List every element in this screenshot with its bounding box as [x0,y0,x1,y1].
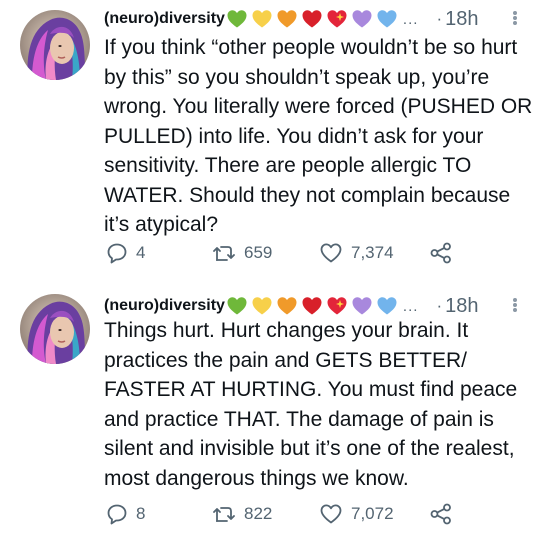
tweet[interactable]: (neuro)diversity ... · 18h Things hurt. … [0,282,540,533]
tweet-text: Things hurt. Hurt changes your brain. It… [104,319,518,490]
tweet[interactable]: (neuro)diversity ... · 18h If you think … [0,0,540,282]
name-emojis [226,8,401,30]
timestamp[interactable]: 18h [445,295,478,318]
blue-heart-icon [377,10,397,28]
sparkling-heart-icon [327,10,347,28]
separator-dot: · [436,9,443,28]
sparkling-heart-icon [327,297,347,315]
like-button[interactable]: 7,072 [319,500,394,528]
retweet-icon [212,503,235,525]
retweet-icon [212,242,235,264]
more-options-icon[interactable] [512,295,518,315]
reply-button[interactable]: 8 [106,500,145,528]
retweet-count: 822 [244,504,273,523]
name-emojis [226,295,401,317]
like-count: 7,374 [351,243,394,262]
retweet-count: 659 [244,243,273,262]
timestamp[interactable]: 18h [445,8,478,31]
blue-heart-icon [377,297,397,315]
tweet-actions: 4 659 7,374 [106,239,466,267]
tweet-actions: 8 822 7,072 [106,500,466,528]
like-count: 7,072 [351,504,394,523]
red-heart-icon [302,10,322,28]
reply-count: 8 [136,504,146,523]
share-button[interactable] [429,239,453,267]
share-icon [430,503,451,525]
name-truncation: ... [402,297,419,315]
reply-button[interactable]: 4 [106,239,145,267]
orange-heart-icon [277,10,297,28]
display-name[interactable]: (neuro)diversity [104,10,225,28]
purple-heart-icon [352,10,372,28]
reply-icon [107,504,127,525]
like-icon [320,243,342,263]
reply-count: 4 [136,243,146,262]
share-icon [430,242,451,264]
share-button[interactable] [429,500,453,528]
reply-icon [107,243,127,264]
yellow-heart-icon [252,10,272,28]
display-name[interactable]: (neuro)diversity [104,297,225,315]
name-truncation: ... [402,10,419,28]
retweet-button[interactable]: 822 [212,500,272,528]
separator-dot: · [436,296,443,315]
red-heart-icon [302,297,322,315]
more-options-icon[interactable] [512,8,518,28]
like-icon [320,504,342,524]
avatar[interactable] [20,10,90,80]
green-heart-icon [227,10,247,28]
tweet-text: If you think “other people wouldn’t be s… [104,36,533,236]
retweet-button[interactable]: 659 [212,239,272,267]
tweet-header: (neuro)diversity ... · 18h [104,294,522,318]
green-heart-icon [227,297,247,315]
orange-heart-icon [277,297,297,315]
like-button[interactable]: 7,374 [319,239,394,267]
purple-heart-icon [352,297,372,315]
yellow-heart-icon [252,297,272,315]
avatar[interactable] [20,294,90,364]
tweet-header: (neuro)diversity ... · 18h [104,7,522,31]
